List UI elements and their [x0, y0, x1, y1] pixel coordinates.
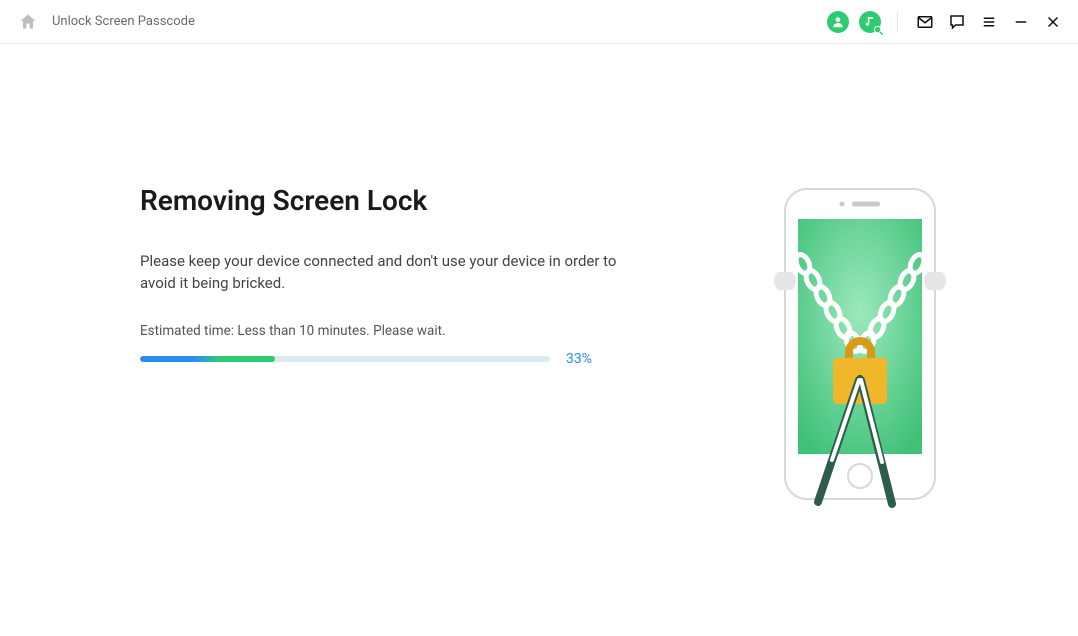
- estimate-text: Estimated time: Less than 10 minutes. Pl…: [140, 323, 640, 339]
- phone-illustration: [760, 184, 960, 528]
- progress-bar: [140, 356, 550, 362]
- chat-icon[interactable]: [946, 11, 968, 33]
- close-icon[interactable]: [1042, 11, 1064, 33]
- page-title: Unlock Screen Passcode: [52, 14, 827, 29]
- mail-icon[interactable]: [914, 11, 936, 33]
- minimize-icon[interactable]: [1010, 11, 1032, 33]
- menu-icon[interactable]: [978, 11, 1000, 33]
- account-icon[interactable]: [827, 11, 849, 33]
- music-icon[interactable]: [859, 11, 881, 33]
- text-section: Removing Screen Lock Please keep your de…: [140, 184, 640, 528]
- progress-row: 33%: [140, 351, 640, 367]
- main-content: Removing Screen Lock Please keep your de…: [0, 44, 1078, 528]
- description-text: Please keep your device connected and do…: [140, 251, 640, 295]
- progress-percent: 33%: [566, 351, 592, 367]
- main-heading: Removing Screen Lock: [140, 184, 640, 217]
- progress-fill: [140, 356, 275, 362]
- divider: [897, 12, 898, 32]
- header-bar: Unlock Screen Passcode: [0, 0, 1078, 44]
- header-actions: [827, 11, 1064, 33]
- home-icon[interactable]: [18, 12, 38, 32]
